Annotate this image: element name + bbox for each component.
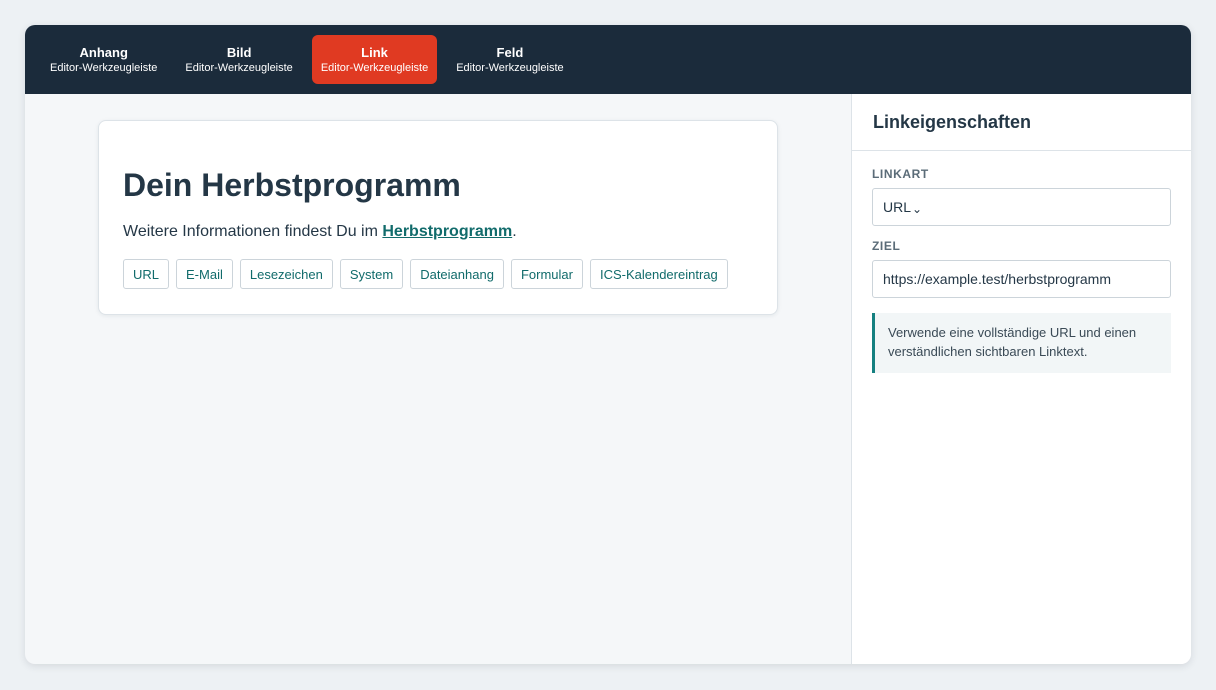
paragraph-end: .	[512, 223, 517, 240]
page-title: Dein Herbstprogramm	[123, 167, 461, 203]
paragraph: Weitere Informationen findest Du im Herb…	[123, 221, 753, 243]
chip-url[interactable]: URL	[123, 259, 170, 289]
link-type-chips: URL E-Mail Lesezeichen System Dateianhan…	[123, 259, 753, 289]
chip-ics-kalendereintrag[interactable]: ICS-Kalendereintrag	[589, 259, 728, 289]
content-card: Dein Herbstprogramm Weitere Informatione…	[98, 120, 778, 315]
herbstprogramm-link[interactable]: Herbstprogramm	[382, 223, 512, 240]
tab-bild[interactable]: Bild Editor-Werkzeugleiste	[176, 35, 301, 84]
tab-link[interactable]: Link Editor-Werkzeugleiste	[311, 35, 438, 84]
tab-sublabel: Editor-Werkzeugleiste	[456, 61, 564, 74]
link-properties-panel: Linkeigenschaften LINKART URL⌄ ZIEL Verw…	[851, 94, 1191, 664]
editor-canvas: Dein Herbstprogramm Weitere Informatione…	[25, 94, 851, 664]
ziel-input[interactable]	[883, 271, 1160, 287]
tab-label: Anhang	[79, 44, 128, 60]
tab-sublabel: Editor-Werkzeugleiste	[185, 61, 293, 74]
chip-formular[interactable]: Formular	[510, 259, 583, 289]
paragraph-text: Weitere Informationen findest Du im	[123, 223, 383, 240]
linkart-select[interactable]: URL ⌄	[872, 188, 1171, 226]
tab-label: Link	[361, 44, 388, 60]
panel-title: Linkeigenschaften	[852, 94, 1191, 151]
ziel-field-wrapper	[872, 260, 1171, 298]
linkart-label: LINKART	[872, 167, 929, 181]
panel-body: LINKART URL⌄ ZIEL Verwende eine vollstän…	[852, 167, 1191, 373]
tab-anhang[interactable]: Anhang Editor-Werkzeugleiste	[41, 35, 166, 84]
chip-lesezeichen[interactable]: Lesezeichen	[239, 259, 333, 289]
tab-label: Bild	[226, 44, 252, 60]
chevron-down-icon: ⌄	[912, 202, 923, 216]
chip-dateianhang[interactable]: Dateianhang	[410, 259, 504, 289]
tab-label: Feld	[496, 44, 524, 60]
chip-email[interactable]: E-Mail	[176, 259, 233, 289]
tab-sublabel: Editor-Werkzeugleiste	[50, 61, 158, 74]
hint-box: Verwende eine vollständige URL und einen…	[872, 313, 1171, 373]
editor-toolbar: Anhang Editor-Werkzeugleiste Bild Editor…	[25, 25, 1191, 94]
chip-system[interactable]: System	[339, 259, 404, 289]
tab-feld[interactable]: Feld Editor-Werkzeugleiste	[447, 35, 572, 84]
tab-sublabel: Editor-Werkzeugleiste	[320, 61, 429, 74]
ziel-label: ZIEL	[872, 239, 901, 253]
editor-window: Anhang Editor-Werkzeugleiste Bild Editor…	[25, 25, 1191, 664]
linkart-value: URL	[883, 199, 912, 215]
